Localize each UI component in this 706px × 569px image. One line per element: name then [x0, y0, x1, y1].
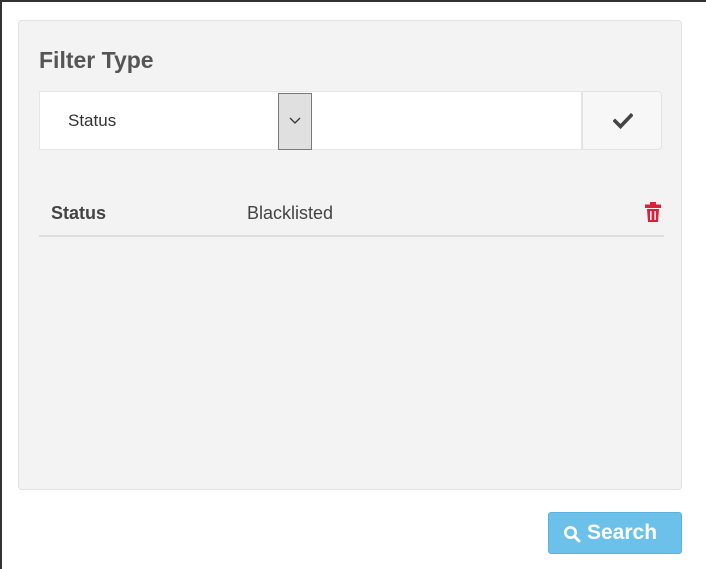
filter-panel: Filter Type Status Status Blacklisted [18, 20, 682, 490]
delete-filter-button[interactable] [644, 201, 662, 223]
checkmark-icon [613, 113, 633, 129]
filter-item-key: Status [51, 203, 107, 223]
search-icon [564, 526, 581, 543]
apply-filter-button[interactable] [582, 91, 662, 150]
search-button[interactable]: Search [548, 512, 682, 554]
filter-value-input[interactable] [312, 91, 582, 150]
filter-item-value: Blacklisted [247, 203, 334, 223]
filter-input-row: Status [39, 91, 662, 150]
search-button-label: Search [587, 521, 658, 544]
filter-type-selected-value: Status [68, 111, 117, 130]
filter-type-select[interactable]: Status [39, 91, 312, 150]
active-filters-list: Status Blacklisted [39, 199, 664, 237]
filter-item: Status Blacklisted [39, 199, 664, 237]
panel-title: Filter Type [39, 47, 154, 73]
chevron-down-icon [289, 117, 301, 124]
trash-icon [645, 202, 661, 222]
dropdown-toggle-button[interactable] [278, 93, 312, 150]
